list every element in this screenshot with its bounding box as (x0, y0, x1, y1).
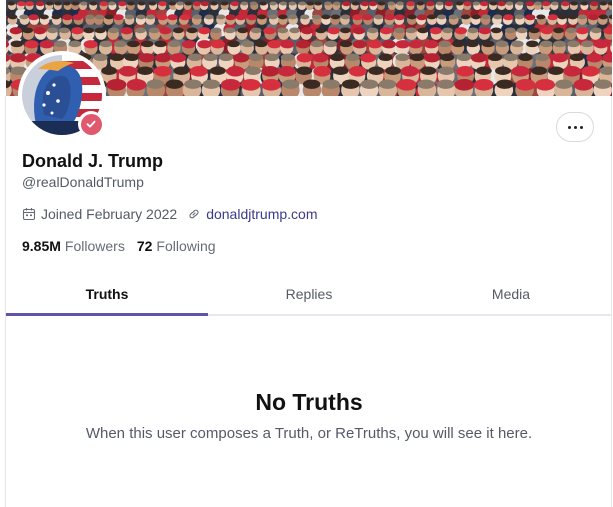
profile-page: Donald J. Trump @realDonaldTrump Joined … (0, 0, 613, 507)
more-options-icon-dot (579, 125, 583, 129)
followers-count: 9.85M (22, 238, 61, 254)
empty-state-title: No Truths (255, 389, 363, 415)
following-count: 72 (136, 238, 153, 254)
display-name: Donald J. Trump (22, 151, 164, 171)
verified-badge (78, 111, 104, 137)
username-handle: @realDonaldTrump (22, 174, 144, 190)
website-link[interactable]: donaldjtrump.com (206, 206, 317, 222)
tab-truths[interactable]: Truths (6, 276, 208, 316)
link-icon (187, 207, 201, 221)
following-link[interactable]: 72 Following (137, 238, 216, 254)
profile-tabs: Truths Replies Media (6, 276, 612, 316)
more-options-button[interactable] (556, 112, 594, 142)
follow-stats: 9.85M Followers 72 Following (22, 238, 216, 254)
verified-check-icon (86, 120, 96, 128)
calendar-icon (22, 207, 36, 221)
empty-state-description: When this user composes a Truth, or ReTr… (85, 425, 533, 442)
tab-media[interactable]: Media (410, 276, 612, 314)
followers-label: Followers (64, 238, 125, 254)
more-options-icon-dot (573, 125, 577, 129)
more-options-icon (567, 125, 571, 129)
tab-replies[interactable]: Replies (208, 276, 410, 314)
following-label: Following (156, 238, 216, 254)
profile-meta: Joined February 2022 donaldjtrump.com (22, 206, 317, 222)
followers-link[interactable]: 9.85M Followers (22, 238, 125, 254)
joined-date: Joined February 2022 (41, 206, 178, 222)
